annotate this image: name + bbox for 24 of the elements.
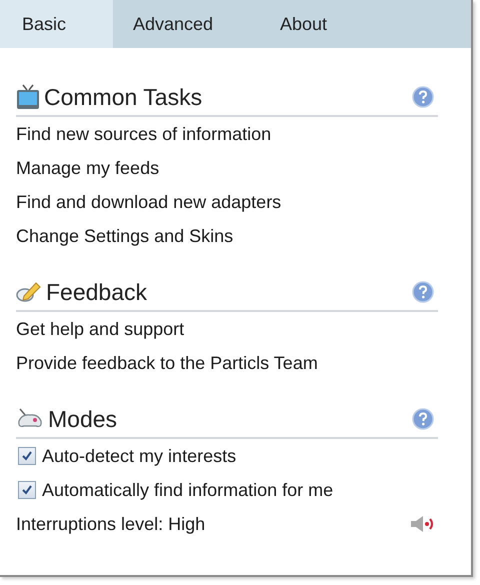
section-title: Common Tasks — [44, 84, 204, 110]
checkbox-label: Automatically find information for me — [42, 480, 334, 500]
checkmark-icon — [21, 484, 33, 496]
task-link[interactable]: Change Settings and Skins — [16, 226, 234, 246]
tab[interactable]: Advanced — [113, 0, 260, 48]
help-icon[interactable] — [412, 281, 434, 303]
task-link[interactable]: Get help and support — [16, 318, 184, 340]
tab[interactable]: Basic — [0, 0, 113, 48]
section-title: Modes — [48, 406, 118, 432]
interruptions-label: Interruptions level: High — [16, 514, 206, 534]
task-link[interactable]: Find and download new adapters — [16, 192, 282, 212]
section-title: Feedback — [46, 278, 148, 306]
tab[interactable]: About — [260, 0, 380, 48]
task-link[interactable]: Manage my feeds — [16, 158, 160, 178]
task-link[interactable]: Provide feedback to the Particls Team — [16, 352, 318, 374]
checkbox[interactable] — [18, 481, 36, 499]
help-icon[interactable] — [412, 86, 434, 108]
tv-icon — [16, 84, 40, 110]
checkbox-label: Auto-detect my interests — [42, 446, 236, 466]
checkmark-icon — [21, 450, 33, 462]
task-link[interactable]: Find new sources of information — [16, 124, 272, 144]
help-icon[interactable] — [412, 408, 434, 430]
pencil-icon — [16, 280, 42, 304]
checkbox[interactable] — [18, 447, 36, 465]
